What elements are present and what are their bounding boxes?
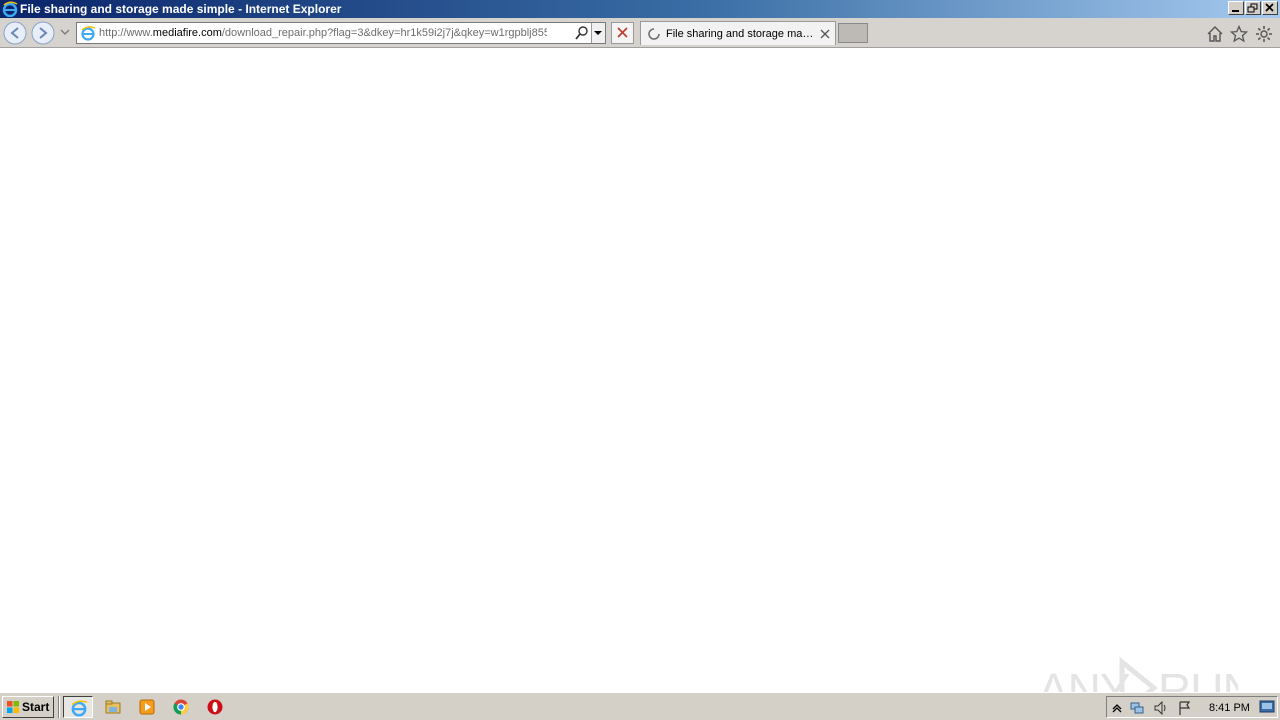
close-icon — [617, 27, 628, 38]
tab-active[interactable]: File sharing and storage mad... — [640, 21, 836, 45]
network-icon[interactable] — [1129, 700, 1145, 716]
loading-spinner-icon — [648, 28, 660, 40]
show-desktop-icon[interactable] — [1259, 700, 1275, 714]
internet-explorer-icon — [2, 1, 18, 17]
taskbar-chrome[interactable] — [166, 696, 196, 718]
tab-close-icon[interactable] — [819, 28, 831, 40]
stop-button[interactable] — [611, 22, 634, 44]
history-dropdown-icon[interactable] — [59, 27, 71, 37]
show-hidden-icons-icon[interactable] — [1109, 700, 1125, 716]
taskbar-file-explorer[interactable] — [98, 696, 128, 718]
taskbar-internet-explorer[interactable] — [63, 696, 93, 718]
taskbar-clock[interactable]: 8:41 PM — [1209, 701, 1250, 715]
forward-button[interactable] — [30, 20, 56, 46]
title-bar: File sharing and storage made simple - I… — [0, 0, 1280, 18]
home-icon[interactable] — [1206, 25, 1224, 43]
restore-button[interactable] — [1245, 1, 1261, 15]
url-prefix: http://www. — [99, 27, 153, 39]
start-button[interactable]: Start — [2, 696, 54, 718]
navigation-bar: http://www.mediafire.com/download_repair… — [0, 18, 1280, 48]
internet-explorer-icon — [71, 700, 88, 717]
windows-flag-icon — [7, 701, 19, 713]
favorites-star-icon[interactable] — [1230, 25, 1248, 43]
volume-icon[interactable] — [1153, 700, 1169, 716]
taskbar-media-player[interactable] — [132, 696, 162, 718]
window-title: File sharing and storage made simple - I… — [20, 2, 342, 16]
taskbar-separator — [58, 696, 60, 718]
explorer-icon — [105, 700, 121, 714]
tab-label: File sharing and storage mad... — [666, 28, 816, 40]
new-tab-button[interactable] — [838, 23, 868, 43]
taskbar: Start 8:41 PM — [0, 692, 1280, 720]
media-player-icon — [139, 699, 155, 715]
start-label: Start — [22, 700, 50, 714]
url-host: mediafire.com — [152, 27, 222, 39]
opera-icon — [207, 699, 223, 715]
minimize-button[interactable] — [1228, 1, 1244, 15]
close-window-button[interactable] — [1262, 1, 1278, 15]
chrome-icon — [173, 699, 189, 715]
back-button[interactable] — [2, 20, 28, 46]
page-content: ANY RUN — [0, 48, 1280, 718]
url-path: /download_repair.php?flag=3&dkey=hr1k59i… — [221, 27, 547, 39]
address-bar[interactable]: http://www.mediafire.com/download_repair… — [76, 22, 606, 44]
taskbar-opera[interactable] — [200, 696, 230, 718]
url-text[interactable]: http://www.mediafire.com/download_repair… — [99, 26, 547, 40]
search-icon[interactable] — [574, 25, 590, 41]
page-favicon-icon — [81, 26, 96, 41]
action-center-flag-icon[interactable] — [1177, 700, 1193, 716]
system-tray: 8:41 PM — [1106, 696, 1278, 718]
chevron-down-icon — [594, 31, 602, 35]
address-dropdown-button[interactable] — [591, 23, 605, 43]
gear-icon[interactable] — [1255, 25, 1273, 43]
